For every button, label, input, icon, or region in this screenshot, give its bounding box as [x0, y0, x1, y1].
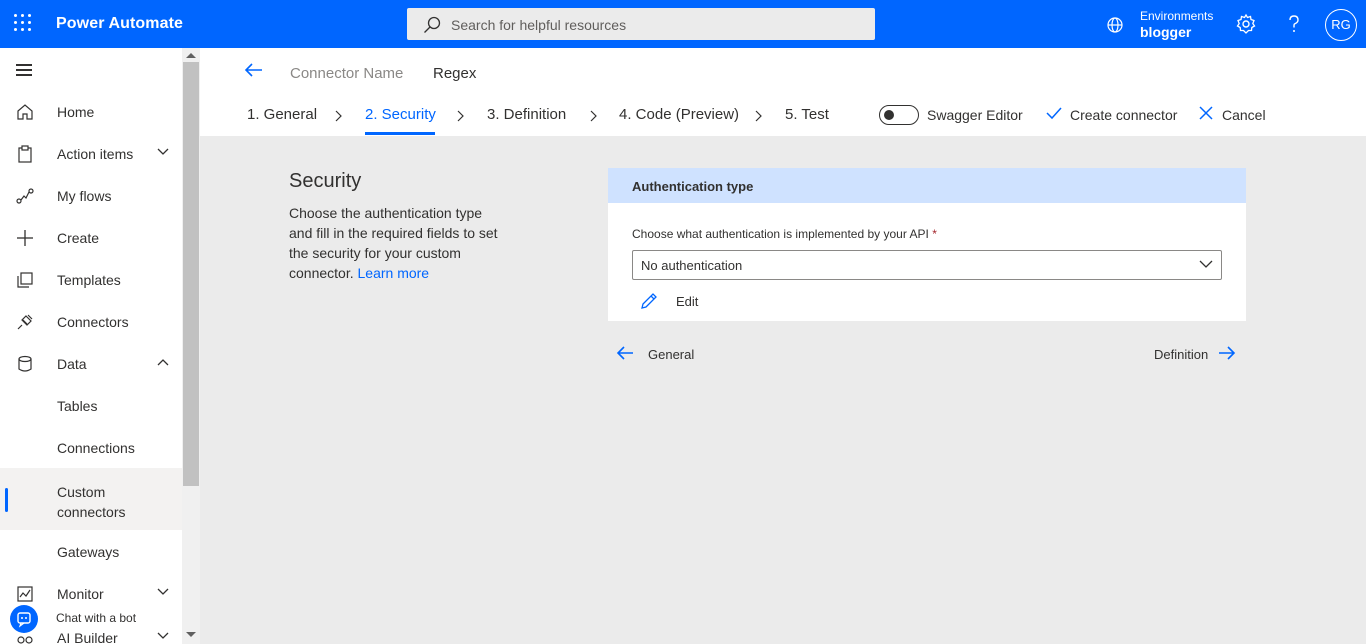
scrollbar-thumb[interactable] [183, 62, 199, 486]
active-indicator [5, 488, 8, 512]
auth-type-dropdown[interactable]: No authentication [632, 250, 1222, 280]
tab-security[interactable]: 2. Security [365, 106, 436, 123]
auth-question-text: Choose what authentication is implemente… [632, 227, 929, 241]
chat-bot-icon [10, 605, 38, 633]
back-arrow-icon[interactable] [244, 62, 264, 78]
search-icon [424, 16, 441, 33]
plus-icon [17, 230, 33, 246]
next-step-label: Definition [1154, 347, 1209, 362]
tab-code-preview[interactable]: 4. Code (Preview) [619, 106, 739, 123]
chevron-down-icon[interactable] [157, 632, 169, 640]
clipboard-icon [18, 145, 32, 163]
checkmark-icon[interactable] [1046, 106, 1062, 120]
toggle-knob [884, 110, 894, 120]
arrow-right-icon [1219, 346, 1236, 360]
sidebar-item-label: Connectors [57, 314, 129, 330]
sidebar-item-custom-connectors[interactable]: Custom connectors [0, 468, 182, 530]
close-icon[interactable] [1199, 106, 1213, 120]
sidebar-item-label: Create [57, 230, 100, 246]
sidebar-item-connections[interactable]: Connections [0, 427, 182, 469]
pencil-icon [641, 293, 657, 309]
section-description: Choose the authentication type and fill … [289, 203, 509, 283]
sidebar-item-label: Templates [57, 272, 121, 288]
authentication-card: Authentication type Choose what authenti… [608, 168, 1246, 321]
chevron-right-icon [590, 110, 597, 122]
sidebar: Home Action items My flows Create Templa… [0, 48, 200, 644]
templates-icon [17, 272, 33, 288]
scroll-up-arrow[interactable] [186, 53, 196, 58]
sidebar-item-action-items[interactable]: Action items [0, 133, 182, 175]
environment-icon [1107, 17, 1123, 33]
auth-type-selected: No authentication [641, 258, 743, 273]
sidebar-item-label: Data [57, 356, 87, 372]
help-icon[interactable] [1282, 12, 1306, 36]
connector-name-label: Connector Name [290, 65, 404, 82]
connector-name-input[interactable]: Regex [433, 65, 476, 82]
home-icon [17, 104, 33, 120]
create-connector-button[interactable]: Create connector [1070, 107, 1177, 123]
wizard-header: Connector Name Regex 1. General 2. Secur… [200, 48, 1366, 136]
learn-more-link[interactable]: Learn more [358, 265, 430, 281]
sidebar-item-label: AI Builder [57, 630, 118, 644]
sidebar-item-create[interactable]: Create [0, 217, 182, 259]
swagger-editor-toggle[interactable] [879, 105, 919, 125]
tab-general[interactable]: 1. General [247, 106, 317, 123]
search-placeholder: Search for helpful resources [451, 17, 627, 33]
required-asterisk: * [932, 227, 937, 241]
chevron-right-icon [457, 110, 464, 122]
sidebar-item-label: Tables [57, 398, 98, 414]
settings-gear-icon[interactable] [1234, 12, 1258, 36]
environment-label: Environments [1140, 9, 1214, 23]
auth-question-label: Choose what authentication is implemente… [632, 227, 937, 241]
sidebar-item-label: Gateways [57, 544, 120, 560]
auth-card-title: Authentication type [632, 179, 754, 194]
search-box[interactable]: Search for helpful resources [407, 8, 875, 40]
swagger-editor-label: Swagger Editor [927, 107, 1023, 123]
scroll-down-arrow[interactable] [186, 632, 196, 637]
tab-definition[interactable]: 3. Definition [487, 106, 566, 123]
app-launcher-icon[interactable] [14, 14, 34, 34]
database-icon [18, 355, 32, 372]
sidebar-item-my-flows[interactable]: My flows [0, 175, 182, 217]
chat-bot-label: Chat with a bot [56, 611, 137, 625]
previous-step-label: General [648, 347, 695, 362]
next-step-button[interactable]: Definition [1154, 344, 1240, 364]
edit-label: Edit [676, 294, 699, 309]
sidebar-item-gateways[interactable]: Gateways [0, 531, 182, 573]
section-title: Security [289, 170, 362, 192]
sidebar-item-tables[interactable]: Tables [0, 385, 182, 427]
user-avatar[interactable]: RG [1325, 9, 1357, 41]
collapse-menu-icon[interactable] [16, 64, 34, 76]
environment-name: blogger [1140, 24, 1192, 40]
sidebar-item-home[interactable]: Home [0, 91, 182, 133]
chevron-right-icon [755, 110, 762, 122]
flow-icon [16, 188, 34, 204]
sidebar-item-label: Home [57, 104, 95, 120]
sidebar-item-label: Connections [57, 440, 135, 456]
monitor-icon [17, 586, 33, 602]
top-bar: Power Automate Search for helpful resour… [0, 0, 1366, 48]
sidebar-item-label: Custom connectors [57, 484, 126, 520]
sidebar-item-label: My flows [57, 188, 112, 204]
arrow-left-icon [616, 346, 633, 360]
cancel-button[interactable]: Cancel [1222, 107, 1266, 123]
chevron-down-icon [1199, 260, 1213, 268]
auth-card-header: Authentication type [608, 168, 1246, 203]
plug-icon [17, 314, 33, 330]
sidebar-item-label: Action items [57, 146, 134, 162]
active-tab-underline [365, 132, 435, 135]
chevron-up-icon[interactable] [157, 358, 169, 366]
sidebar-item-label: Monitor [57, 586, 104, 602]
tab-test[interactable]: 5. Test [785, 106, 829, 123]
sidebar-item-data[interactable]: Data [0, 343, 182, 385]
sidebar-scrollbar[interactable] [182, 48, 200, 644]
chevron-right-icon [335, 110, 342, 122]
chevron-down-icon[interactable] [157, 148, 169, 156]
chevron-down-icon[interactable] [157, 588, 169, 596]
sidebar-item-connectors[interactable]: Connectors [0, 301, 182, 343]
app-title[interactable]: Power Automate [56, 15, 183, 33]
sidebar-item-templates[interactable]: Templates [0, 259, 182, 301]
